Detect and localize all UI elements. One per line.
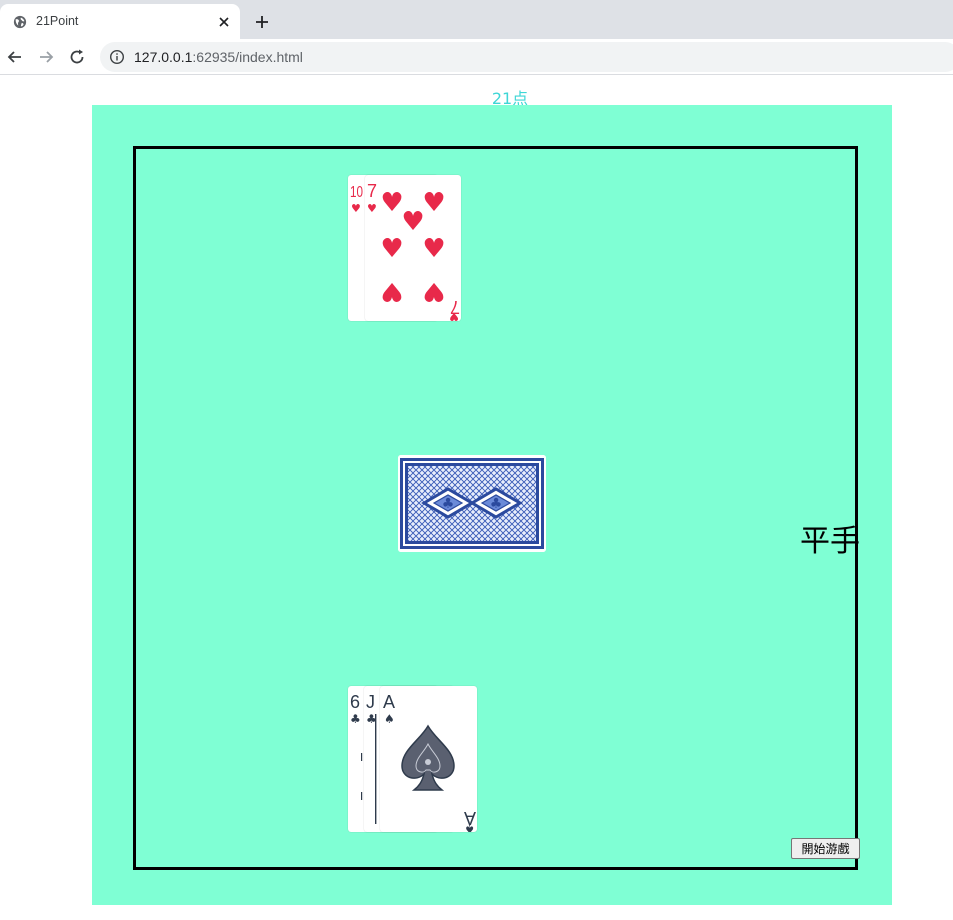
- info-icon[interactable]: [109, 49, 125, 65]
- url-text: 127.0.0.1:62935/index.html: [134, 49, 303, 65]
- new-tab-icon[interactable]: [253, 13, 271, 31]
- face-frame-line: [375, 714, 377, 824]
- close-icon[interactable]: [216, 14, 232, 30]
- url-path: :62935/index.html: [192, 49, 303, 65]
- start-game-button[interactable]: 開始游戲: [791, 838, 860, 859]
- card-rank: 6: [350, 692, 360, 712]
- forward-arrow-icon[interactable]: [36, 47, 56, 67]
- card-rank: 10: [350, 184, 363, 201]
- heart-pip: ♥: [401, 207, 424, 237]
- globe-icon: [13, 15, 27, 29]
- heart-pip: ♥: [422, 276, 445, 306]
- card-rank: A: [383, 692, 395, 712]
- card-suit-bottom: ♥: [449, 310, 459, 321]
- pip-edge: [361, 753, 363, 761]
- browser-tab[interactable]: 21Point: [0, 4, 240, 39]
- reload-icon[interactable]: [67, 47, 87, 67]
- tab-strip: 21Point: [0, 0, 953, 39]
- card-rank: 7: [367, 181, 377, 201]
- heart-pip: ♥: [422, 234, 445, 264]
- card-suit: ♥: [367, 202, 377, 215]
- club-icon: ♣: [490, 496, 503, 512]
- browser-toolbar: 127.0.0.1:62935/index.html: [0, 39, 953, 75]
- pip-edge: [361, 792, 363, 800]
- card-suit-bottom: ♠: [464, 822, 475, 832]
- heart-pip: ♥: [380, 234, 403, 264]
- game-result: 平手: [800, 524, 860, 559]
- tab-title: 21Point: [36, 14, 79, 28]
- card-suit: ♠: [384, 712, 395, 726]
- card-suit: ♣: [350, 712, 361, 726]
- address-bar[interactable]: 127.0.0.1:62935/index.html: [100, 42, 953, 72]
- back-arrow-icon[interactable]: [5, 47, 25, 67]
- club-icon: ♣: [442, 496, 455, 512]
- deck-card-back[interactable]: ♣ ♣: [398, 455, 546, 552]
- heart-pip: ♥: [422, 188, 445, 218]
- game-stage: 10 ♥ 7 ♥ ♥ ♥ ♥ ♥ ♥ ♥ ♥ 7 ♥ ♣ ♣ 平手 6 ♣ J …: [92, 105, 892, 905]
- url-host: 127.0.0.1: [134, 49, 193, 65]
- game-table: 10 ♥ 7 ♥ ♥ ♥ ♥ ♥ ♥ ♥ ♥ 7 ♥ ♣ ♣ 平手 6 ♣ J …: [133, 146, 860, 870]
- card-suit: ♥: [351, 202, 361, 215]
- heart-pip: ♥: [380, 188, 403, 218]
- ace-spade-icon: [401, 724, 455, 791]
- player-card-ace-spades: A ♠ A ♠: [380, 686, 477, 832]
- dealer-card-seven-hearts: 7 ♥ ♥ ♥ ♥ ♥ ♥ ♥ ♥ 7 ♥: [365, 175, 461, 321]
- heart-pip: ♥: [380, 276, 403, 306]
- card-rank: J: [366, 692, 375, 712]
